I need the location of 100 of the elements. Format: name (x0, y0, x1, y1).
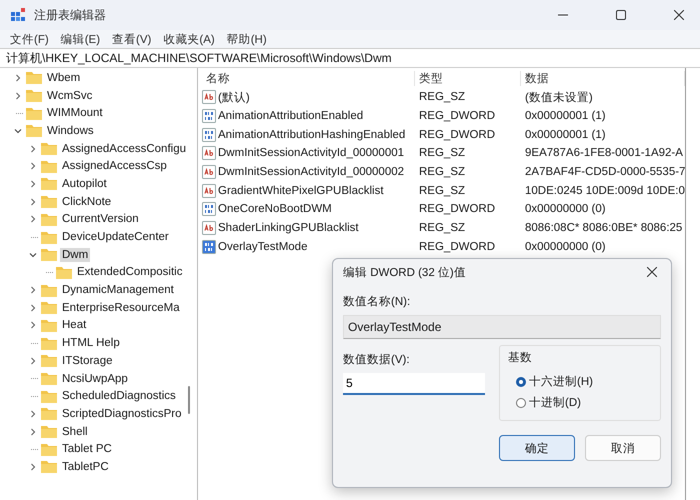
tree-item[interactable]: Heat (60, 318, 88, 332)
value-name[interactable]: GradientWhitePixelGPUBlacklist (218, 184, 384, 197)
value-name[interactable]: DwmInitSessionActivityId_00000001 (218, 147, 404, 160)
value-data: 10DE:0245 10DE:009d 10DE:0 (524, 184, 686, 197)
tree-item[interactable]: Wbem (45, 70, 82, 85)
tree-item[interactable]: HTML Help (60, 336, 122, 350)
tree-item[interactable]: ClickNote (60, 194, 114, 209)
value-name[interactable]: OverlayTestMode (218, 240, 308, 253)
chevron-right-icon[interactable] (29, 356, 37, 365)
chevron-right-icon[interactable] (29, 304, 37, 312)
menu-item[interactable]: 收藏夹(A) (163, 32, 215, 46)
tree-item[interactable]: Windows (45, 124, 96, 138)
value-name-field[interactable]: OverlayTestMode (343, 315, 661, 339)
folder-icon (41, 442, 57, 456)
value-data: 2A7BAF4F-CD5D-0000-5535-7 (524, 166, 686, 178)
close-icon[interactable] (647, 267, 657, 277)
close-icon[interactable] (674, 10, 684, 20)
chevron-right-icon[interactable] (14, 74, 22, 82)
menu-item[interactable]: 文件(F) (10, 32, 49, 46)
chevron-right-icon[interactable] (29, 215, 37, 224)
value-name[interactable]: OneCoreNoBootDWM (218, 203, 332, 216)
address-bar[interactable]: 计算机\HKEY_LOCAL_MACHINE\SOFTWARE\Microsoft\Windows\Dwm (0, 48, 700, 68)
folder-icon (41, 177, 57, 190)
tree-item[interactable]: TabletPC (60, 460, 111, 474)
scrollbar-thumb[interactable] (188, 386, 190, 414)
chevron-right-icon[interactable] (29, 180, 37, 188)
registry-app-icon (10, 7, 26, 23)
tree-item[interactable]: ScheduledDiagnostics (60, 389, 178, 404)
chevron-right-icon[interactable] (29, 462, 37, 471)
folder-icon (26, 89, 42, 102)
chevron-right-icon[interactable] (29, 198, 37, 206)
folder-icon (41, 212, 57, 226)
folder-icon (41, 248, 57, 262)
tree-connector-line (31, 342, 38, 344)
tree-item[interactable]: Tablet PC (60, 442, 114, 456)
folder-icon (26, 124, 42, 138)
menu-item[interactable]: 帮助(H) (226, 32, 267, 46)
radio-button[interactable] (516, 398, 526, 408)
chevron-right-icon[interactable] (14, 92, 22, 100)
radio-label[interactable]: 十六进制(H) (529, 374, 593, 389)
folder-icon (41, 407, 57, 420)
value-type: REG_SZ (418, 184, 466, 197)
value-data: 8086:08C* 8086:0BE* 8086:25 (524, 222, 684, 234)
menu-item[interactable]: 查看(V) (112, 32, 152, 46)
chevron-right-icon[interactable] (29, 428, 37, 436)
chevron-right-icon[interactable] (29, 144, 37, 153)
folder-icon (41, 390, 57, 403)
folder-icon (56, 266, 72, 279)
chevron-right-icon[interactable] (29, 286, 37, 294)
column-header[interactable]: 类型 (415, 70, 521, 86)
tree-item[interactable]: WIMMount (45, 106, 105, 120)
tree-item[interactable]: AssignedAccessConfigu (60, 142, 188, 156)
ok-button[interactable]: 确定 (499, 435, 575, 461)
tree-connector-line (16, 112, 23, 114)
maximize-icon[interactable] (616, 10, 626, 20)
tree-item[interactable]: ScriptedDiagnosticsPro (60, 406, 184, 421)
chevron-right-icon[interactable] (29, 321, 37, 330)
value-name[interactable]: (默认) (218, 90, 250, 105)
tree-item[interactable]: ExtendedCompositic (75, 265, 184, 280)
value-name[interactable]: DwmInitSessionActivityId_00000002 (218, 166, 404, 178)
value-type: REG_DWORD (418, 128, 496, 141)
chevron-down-icon[interactable] (29, 250, 37, 259)
column-header[interactable]: 名称 (202, 70, 415, 86)
value-data: 0x00000001 (1) (524, 110, 607, 122)
tree-item[interactable]: DynamicManagement (60, 283, 176, 298)
chevron-right-icon[interactable] (29, 410, 37, 418)
tree-item[interactable]: EnterpriseResourceMa (60, 300, 182, 315)
value-name[interactable]: ShaderLinkingGPUBlacklist (218, 222, 359, 234)
value-type: REG_DWORD (418, 203, 496, 216)
folder-icon (41, 372, 57, 386)
tree-item[interactable]: NcsiUwpApp (60, 372, 130, 386)
cancel-button[interactable]: 取消 (585, 435, 661, 461)
column-header[interactable]: 数据 (521, 70, 686, 86)
value-type: REG_SZ (418, 91, 466, 104)
folder-icon (41, 318, 57, 332)
folder-icon (41, 230, 57, 244)
tree-connector-line (31, 236, 38, 238)
value-name[interactable]: AnimationAttributionHashingEnabled (218, 128, 406, 141)
radio-button[interactable] (516, 376, 526, 386)
tree-item[interactable]: Dwm (60, 248, 90, 262)
folder-icon (41, 460, 57, 474)
tree-item[interactable]: WcmSvc (45, 88, 94, 103)
chevron-down-icon[interactable] (14, 126, 22, 135)
folder-icon (40, 142, 57, 156)
tree-item[interactable]: Autopilot (60, 176, 109, 191)
tree-item[interactable]: CurrentVersion (60, 212, 141, 226)
radio-label[interactable]: 十进制(D) (529, 395, 581, 410)
chevron-right-icon[interactable] (29, 162, 37, 170)
value-name[interactable]: AnimationAttributionEnabled (218, 110, 364, 122)
menu-item[interactable]: 编辑(E) (60, 32, 100, 46)
folder-icon (41, 160, 57, 173)
value-data-input[interactable]: 5 (343, 373, 485, 395)
tree-connector-line (31, 378, 38, 380)
tree-item[interactable]: AssignedAccessCsp (60, 159, 169, 174)
tree-connector-line (46, 272, 53, 273)
folder-icon (26, 106, 42, 120)
tree-item[interactable]: ITStorage (60, 354, 114, 368)
folder-icon (41, 284, 57, 297)
tree-item[interactable]: Shell (60, 424, 90, 439)
tree-item[interactable]: DeviceUpdateCenter (60, 230, 171, 244)
